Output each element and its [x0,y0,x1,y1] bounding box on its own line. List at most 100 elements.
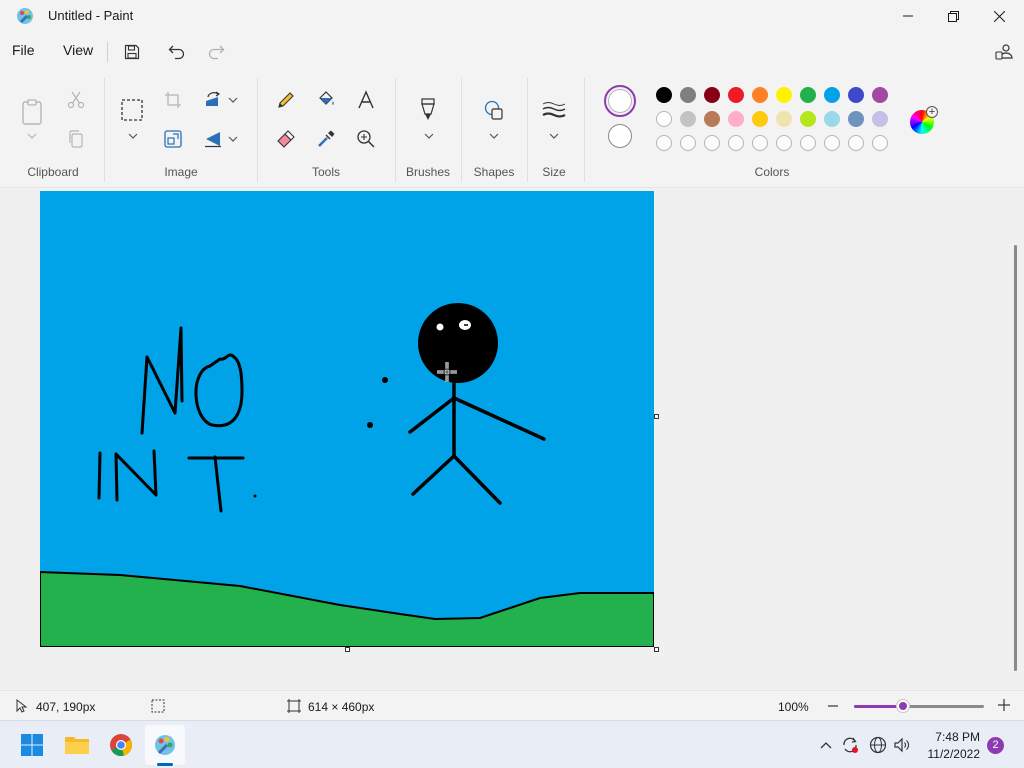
paste-icon [22,99,42,125]
color-picker-tool-button[interactable] [314,127,338,151]
vertical-scrollbar[interactable] [1014,245,1017,671]
color-swatch[interactable] [872,111,888,127]
cut-button[interactable] [64,88,88,112]
chevron-down-icon[interactable] [424,132,434,140]
undo-button[interactable] [165,40,189,64]
custom-color-slot[interactable] [728,135,744,151]
edit-colors-button[interactable]: + [910,106,938,134]
fill-tool-button[interactable] [314,88,338,112]
view-menu[interactable]: View [63,42,93,58]
select-button[interactable] [120,98,144,122]
restore-button[interactable] [930,0,976,32]
zoom-level[interactable]: 100% [778,700,809,714]
custom-color-slot[interactable] [848,135,864,151]
text-tool-button[interactable] [354,88,378,112]
zoom-in-icon[interactable] [997,698,1011,712]
color-swatch[interactable] [800,111,816,127]
copy-button[interactable] [64,127,88,151]
save-button[interactable] [120,40,144,64]
account-button[interactable] [992,40,1016,64]
secondary-color-button[interactable] [608,124,632,148]
clock-date[interactable]: 11/2/2022 [910,747,981,761]
custom-color-slot[interactable] [656,135,672,151]
drawing-canvas[interactable] [40,191,654,647]
eraser-tool-button[interactable] [274,127,298,151]
shapes-button[interactable] [482,98,506,122]
color-swatch[interactable] [872,87,888,103]
size-button[interactable] [542,98,566,122]
magnifier-tool-button[interactable] [354,127,378,151]
chevron-down-icon[interactable] [489,132,499,140]
chevron-down-icon[interactable] [549,132,559,140]
flip-button[interactable] [201,127,225,151]
color-swatch[interactable] [704,87,720,103]
minimize-button[interactable] [885,0,931,32]
file-explorer-taskbar-button[interactable] [57,725,97,765]
color-swatch[interactable] [776,87,792,103]
brushes-button[interactable] [416,98,440,124]
rotate-button[interactable] [201,88,225,112]
custom-color-slot[interactable] [680,135,696,151]
custom-color-slot[interactable] [800,135,816,151]
zoom-slider[interactable] [854,700,984,712]
color-swatch[interactable] [824,111,840,127]
paint-taskbar-button[interactable] [145,725,185,765]
chevron-down-icon[interactable] [128,132,138,140]
color-swatch[interactable] [848,87,864,103]
notification-badge[interactable]: 2 [987,737,1004,754]
rectangle-select-icon [121,99,143,121]
chevron-down-icon[interactable] [27,132,37,140]
custom-color-slot[interactable] [704,135,720,151]
primary-color-button[interactable] [604,85,636,117]
resize-handle-corner[interactable] [654,647,659,652]
start-button[interactable] [12,725,52,765]
close-button[interactable] [976,0,1022,32]
color-swatch[interactable] [752,111,768,127]
color-swatch[interactable] [656,111,672,127]
stick-figure-left-leg [411,454,456,496]
handwritten-letter-o [194,353,244,428]
show-hidden-icons-button[interactable] [816,735,836,755]
chrome-taskbar-button[interactable] [101,725,141,765]
resize-handle-bottom[interactable] [345,647,350,652]
image-group-label: Image [164,165,198,179]
zoom-out-icon[interactable] [827,699,839,713]
color-swatch[interactable] [680,111,696,127]
chevron-down-icon[interactable] [228,96,238,104]
custom-color-slot[interactable] [824,135,840,151]
text-icon [358,90,374,109]
resize-handle-right[interactable] [654,414,659,419]
color-swatch[interactable] [704,111,720,127]
ribbon-toolbar: Clipboard Image Tools Brushes Shapes Siz… [0,72,1024,188]
active-app-indicator [157,763,173,766]
file-menu[interactable]: File [12,42,35,58]
network-button[interactable] [868,735,888,755]
redo-button[interactable] [204,40,228,64]
zoom-slider-fill [854,705,904,708]
stick-figure-right-arm [452,396,546,441]
handwritten-period [253,494,257,498]
clock-time[interactable]: 7:48 PM [920,730,980,744]
color-swatch[interactable] [680,87,696,103]
color-swatch[interactable] [776,111,792,127]
sync-status-button[interactable] [840,735,860,755]
custom-color-slot[interactable] [752,135,768,151]
color-swatch[interactable] [800,87,816,103]
pencil-tool-button[interactable] [274,88,298,112]
color-swatch[interactable] [848,111,864,127]
volume-button[interactable] [892,735,912,755]
color-swatch[interactable] [656,87,672,103]
taskbar: 7:48 PM 11/2/2022 2 [0,720,1024,768]
custom-color-slot[interactable] [776,135,792,151]
color-swatch[interactable] [752,87,768,103]
resize-button[interactable] [161,127,185,151]
color-swatch[interactable] [728,111,744,127]
color-swatch[interactable] [728,87,744,103]
zoom-slider-thumb[interactable] [897,700,910,712]
account-icon [995,44,1013,60]
crop-button[interactable] [161,88,185,112]
chevron-down-icon[interactable] [228,135,238,143]
paste-button[interactable] [20,98,44,126]
color-swatch[interactable] [824,87,840,103]
custom-color-slot[interactable] [872,135,888,151]
